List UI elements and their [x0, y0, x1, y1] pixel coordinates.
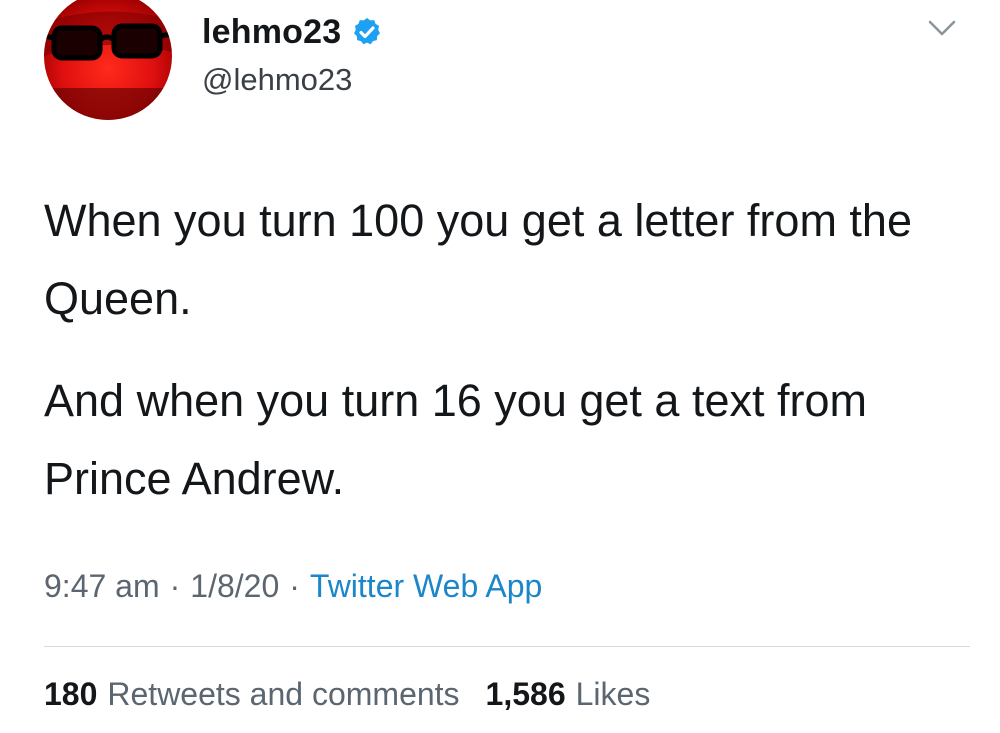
tweet-card: lehmo23 @lehmo23 When you turn 100 you g… [0, 0, 1000, 733]
glasses-icon [44, 11, 172, 120]
meta-separator: · [169, 568, 181, 604]
likes-count[interactable]: 1,586 [486, 676, 566, 713]
retweets-label[interactable]: Retweets and comments [107, 676, 459, 713]
tweet-meta: 9:47 am · 1/8/20 · Twitter Web App [44, 568, 542, 605]
tweet-date[interactable]: 1/8/20 [190, 568, 279, 605]
tweet-source-link[interactable]: Twitter Web App [310, 568, 542, 605]
tweet-paragraph: When you turn 100 you get a letter from … [44, 195, 912, 324]
tweet-paragraph: And when you turn 16 you get a text from… [44, 375, 867, 504]
divider [44, 646, 970, 647]
tweet-time[interactable]: 9:47 am [44, 568, 160, 605]
user-handle[interactable]: @lehmo23 [202, 62, 352, 98]
meta-separator: · [289, 568, 300, 604]
user-name-row[interactable]: lehmo23 [202, 10, 383, 54]
tweet-text: When you turn 100 you get a letter from … [44, 182, 944, 518]
retweets-count[interactable]: 180 [44, 676, 97, 713]
avatar[interactable] [44, 0, 172, 120]
display-name[interactable]: lehmo23 [202, 13, 341, 52]
tweet-stats: 180 Retweets and comments 1,586 Likes [44, 676, 676, 713]
likes-label[interactable]: Likes [576, 676, 651, 713]
verified-badge-icon [354, 18, 381, 45]
chevron-down-icon[interactable] [922, 14, 962, 42]
